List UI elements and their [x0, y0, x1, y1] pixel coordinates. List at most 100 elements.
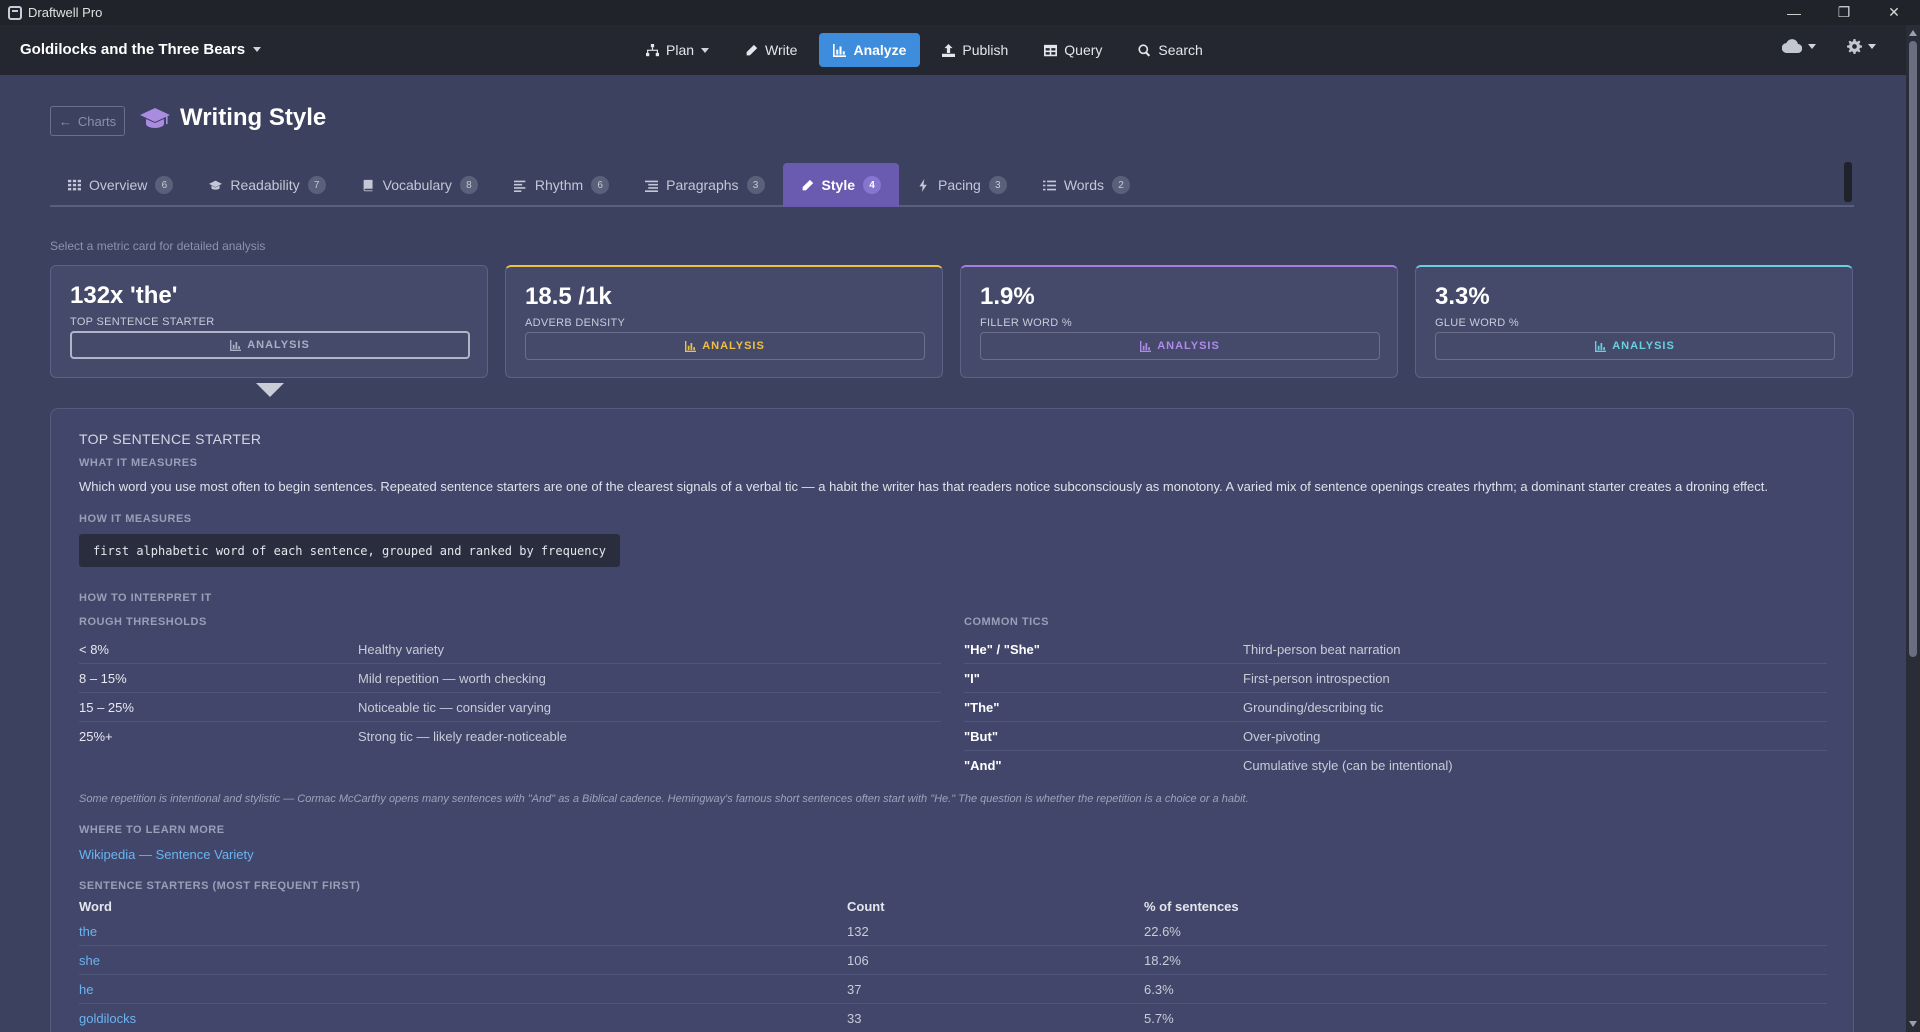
tab-label: Pacing: [938, 177, 981, 193]
align-left-icon: [513, 180, 526, 192]
tab-rhythm[interactable]: Rhythm 6: [496, 163, 627, 207]
nav-publish-label: Publish: [962, 42, 1009, 58]
document-selector[interactable]: Goldilocks and the Three Bears: [20, 41, 262, 58]
selected-card-pointer: [256, 383, 284, 397]
tab-count-badge: 7: [307, 176, 326, 194]
metric-label: ADVERB DENSITY: [525, 317, 626, 329]
list-icon: [1042, 180, 1056, 190]
analysis-tabs: Overview 6 Readability 7 Vocabulary 8 Rh…: [50, 163, 1854, 207]
nav-search-button[interactable]: Search: [1124, 33, 1216, 67]
threshold-meaning: Strong tic — likely reader-noticeable: [358, 729, 567, 744]
pencil-icon: [802, 179, 813, 190]
starter-word-link[interactable]: the: [79, 924, 847, 939]
close-icon[interactable]: ✕: [1871, 0, 1917, 25]
document-title: Goldilocks and the Three Bears: [20, 41, 246, 58]
metric-card-adverb-density[interactable]: 18.5 /1k ADVERB DENSITY ANALYSIS: [505, 265, 943, 378]
settings-menu[interactable]: [1847, 39, 1876, 54]
tic-meaning: Grounding/describing tic: [1243, 699, 1384, 715]
tab-readability[interactable]: Readability 7: [191, 163, 343, 207]
tab-count-badge: 2: [1112, 176, 1131, 194]
nav-analyze-button[interactable]: Analyze: [819, 33, 921, 67]
table-row: 15 – 25% Noticeable tic — consider varyin…: [79, 693, 941, 722]
starter-word-link[interactable]: he: [79, 982, 847, 997]
analysis-button-label: ANALYSIS: [702, 340, 765, 352]
threshold-range: 25%+: [79, 729, 113, 744]
metric-label: FILLER WORD %: [980, 317, 1072, 329]
tabs-scroll-handle[interactable]: [1844, 162, 1852, 202]
page-title-text: Writing Style: [180, 104, 327, 131]
analysis-button-label: ANALYSIS: [1157, 340, 1220, 352]
table-row: 25%+ Strong tic — likely reader-noticeabl…: [79, 722, 941, 751]
search-icon: [1138, 43, 1151, 57]
chevron-down-icon: [1808, 43, 1816, 49]
tab-style[interactable]: Style 4: [782, 163, 899, 207]
tic-word: "And": [964, 758, 1002, 773]
starter-word-link[interactable]: she: [79, 953, 847, 968]
tab-paragraphs[interactable]: Paragraphs 3: [627, 163, 782, 207]
metric-value: 132x 'the': [70, 282, 178, 309]
bar-chart-icon: [1140, 340, 1152, 352]
table-row: the 132 22.6%: [79, 917, 1827, 946]
starter-word-link[interactable]: goldilocks: [79, 1011, 847, 1026]
tab-words[interactable]: Words 2: [1025, 163, 1148, 207]
starter-pct: 6.3%: [1144, 981, 1174, 997]
paragraph-list-icon: [645, 180, 659, 192]
table-header: Word Count % of sentences: [79, 895, 1827, 917]
grid-icon: [68, 179, 81, 190]
tab-overview[interactable]: Overview 6: [50, 163, 191, 207]
detail-title: TOP SENTENCE STARTER: [79, 431, 262, 447]
tab-label: Readability: [230, 177, 300, 193]
cloud-icon: [1782, 39, 1802, 53]
page-scrollbar[interactable]: [1906, 25, 1920, 1032]
bar-chart-icon: [833, 43, 847, 57]
back-to-charts-button[interactable]: ← Charts: [50, 106, 125, 136]
starter-pct: 5.7%: [1144, 1010, 1174, 1026]
pencil-icon: [746, 44, 758, 55]
what-it-measures-text: Which word you use most often to begin s…: [79, 479, 1768, 494]
graduation-cap-icon: [140, 108, 170, 128]
tab-vocabulary[interactable]: Vocabulary 8: [344, 163, 496, 207]
back-label: Charts: [77, 113, 117, 129]
scrollbar-thumb[interactable]: [1909, 41, 1917, 657]
tab-label: Paragraphs: [666, 177, 739, 193]
wikipedia-link[interactable]: Wikipedia — Sentence Variety: [79, 847, 254, 862]
starter-count: 37: [847, 981, 862, 997]
starter-count: 132: [847, 923, 869, 939]
tab-pacing[interactable]: Pacing 3: [899, 163, 1025, 207]
metric-cards: 132x 'the' TOP SENTENCE STARTER ANALYSIS…: [50, 265, 1853, 378]
restore-icon[interactable]: ❐: [1821, 0, 1867, 25]
nav-search-label: Search: [1158, 42, 1203, 58]
analysis-button-label: ANALYSIS: [1612, 340, 1675, 352]
nav-publish-button[interactable]: Publish: [928, 33, 1022, 67]
bar-chart-icon: [230, 339, 242, 351]
metric-detail-panel: TOP SENTENCE STARTER WHAT IT MEASURES Wh…: [50, 408, 1854, 1032]
nav-plan-button[interactable]: Plan: [632, 33, 723, 67]
top-navbar: Goldilocks and the Three Bears Plan Writ…: [0, 25, 1906, 75]
starter-count: 106: [847, 952, 869, 968]
nav-query-label: Query: [1064, 42, 1103, 58]
table-row: < 8% Healthy variety: [79, 635, 941, 664]
metric-card-top-sentence-starter[interactable]: 132x 'the' TOP SENTENCE STARTER ANALYSIS: [50, 265, 488, 378]
metric-value: 1.9%: [980, 283, 1035, 310]
analysis-button[interactable]: ANALYSIS: [525, 332, 925, 360]
bar-chart-icon: [1595, 340, 1607, 352]
analysis-button[interactable]: ANALYSIS: [70, 331, 470, 359]
sentence-starters-table: Word Count % of sentences the 132 22.6% …: [79, 895, 1827, 1032]
analysis-button[interactable]: ANALYSIS: [980, 332, 1380, 360]
graduation-cap-icon: [209, 180, 223, 190]
metric-card-glue-word[interactable]: 3.3% GLUE WORD % ANALYSIS: [1415, 265, 1853, 378]
analysis-button[interactable]: ANALYSIS: [1435, 332, 1835, 360]
nav-query-button[interactable]: Query: [1030, 33, 1116, 67]
minimize-icon[interactable]: —: [1771, 0, 1817, 25]
metric-card-filler-word[interactable]: 1.9% FILLER WORD % ANALYSIS: [960, 265, 1398, 378]
table-icon: [1044, 44, 1058, 56]
scroll-up-icon[interactable]: [1909, 30, 1917, 36]
scroll-down-icon[interactable]: [1909, 1021, 1917, 1027]
tic-meaning: First-person introspection: [1243, 670, 1390, 686]
measurement-formula: first alphabetic word of each sentence, …: [79, 534, 620, 567]
nav-write-button[interactable]: Write: [731, 33, 811, 67]
tab-label: Rhythm: [534, 177, 584, 193]
tab-count-badge: 8: [459, 176, 478, 194]
gear-icon: [1847, 39, 1862, 54]
cloud-sync-menu[interactable]: [1782, 39, 1816, 53]
